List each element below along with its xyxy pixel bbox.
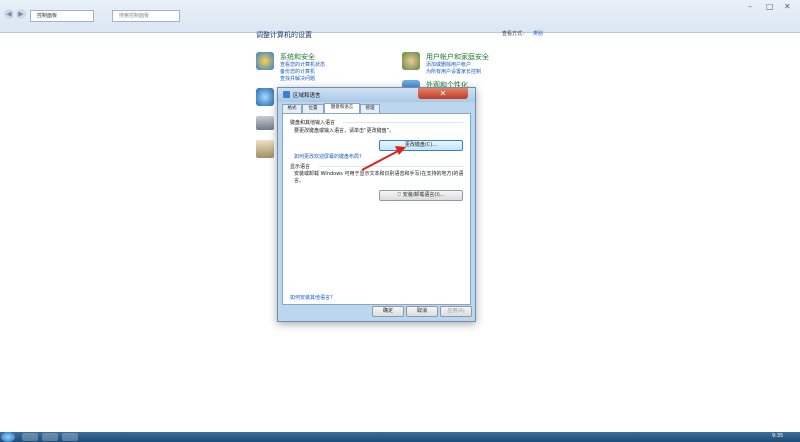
category-link[interactable]: 添加或删除用户帐户 [426,61,471,68]
start-button[interactable] [1,432,15,442]
display-language-group-title: 显示语言 [290,164,311,170]
hardware-icon [256,116,274,130]
clock[interactable]: 9:35 [772,433,783,439]
view-by-label: 查看方式： [502,31,528,37]
category-system-security: 系统和安全 查看您的计算机状态 备份您的计算机 查找并解决问题 [256,52,376,82]
divider [319,166,463,167]
dialog-close-button[interactable]: ✕ [418,88,468,99]
view-by-dropdown[interactable]: 类别 [533,31,543,37]
dialog-title: 区域和语言 [293,93,321,99]
network-icon [256,88,274,106]
category-link[interactable]: 为所有用户设置家长控制 [426,68,481,75]
cancel-button[interactable]: 取消 [406,306,438,317]
category-link[interactable]: 备份您的计算机 [280,68,315,75]
programs-icon [256,140,274,158]
dialog-titlebar[interactable]: 区域和语言 ✕ [278,88,475,102]
shield-icon: ⛉ [397,192,402,198]
shield-icon [256,52,274,70]
category-user-accounts: 用户帐户和家庭安全 添加或删除用户帐户 为所有用户设置家长控制 [402,52,522,76]
category-link[interactable]: 查看您的计算机状态 [280,61,325,68]
users-icon [402,52,420,70]
ok-button[interactable]: 确定 [372,306,404,317]
install-uninstall-languages-button[interactable]: ⛉ 安装/卸载语言(I)... [379,190,463,201]
taskbar: 9:35 [0,432,800,442]
change-keyboard-button[interactable]: 更改键盘(C)... [379,140,463,151]
install-languages-help-link[interactable]: 如何安装其他语言? [290,294,333,301]
view-by: 查看方式： 类别 [502,30,543,37]
tab-location[interactable]: 位置 [302,104,324,113]
category-link[interactable]: 查找并解决问题 [280,75,315,82]
tab-administrative[interactable]: 管理 [360,104,380,113]
page-title: 调整计算机的设置 [256,31,312,39]
divider [343,122,463,123]
keyboard-group-title: 键盘和其他输入语言 [290,120,336,126]
globe-icon [283,91,290,98]
install-button-label: 安装/卸载语言(I)... [402,192,445,198]
tab-formats[interactable]: 格式 [282,104,302,113]
address-bar[interactable]: 控制面板 [30,10,94,22]
minimize-icon[interactable]: – [748,2,752,11]
explorer-toolbar: ◀ ▶ 控制面板 搜索控制面板 – □ ✕ [0,0,800,33]
display-language-description: 安装或卸载 Windows 可用于显示文本和识别语音和手写(在支持的地方)的语言… [294,171,464,184]
maximize-icon[interactable]: □ [766,2,774,11]
taskbar-app-media[interactable] [62,433,78,441]
back-icon[interactable]: ◀ [4,9,14,19]
search-input[interactable]: 搜索控制面板 [112,10,180,22]
region-language-dialog: 区域和语言 ✕ 格式 位置 键盘和语言 管理 键盘和其他输入语言 要更改键盘或输… [277,87,476,322]
keyboard-layout-help-link[interactable]: 如何更改欢迎屏幕的键盘布局? [294,153,362,160]
tab-pane: 键盘和其他输入语言 要更改键盘或输入语言，请单击“更改键盘”。 更改键盘(C).… [282,113,471,305]
close-icon[interactable]: ✕ [784,2,791,11]
forward-icon[interactable]: ▶ [16,9,26,19]
keyboard-description: 要更改键盘或输入语言，请单击“更改键盘”。 [294,128,395,134]
taskbar-app-explorer[interactable] [42,433,58,441]
taskbar-app-ie[interactable] [22,433,38,441]
apply-button[interactable]: 应用(A) [440,306,472,317]
